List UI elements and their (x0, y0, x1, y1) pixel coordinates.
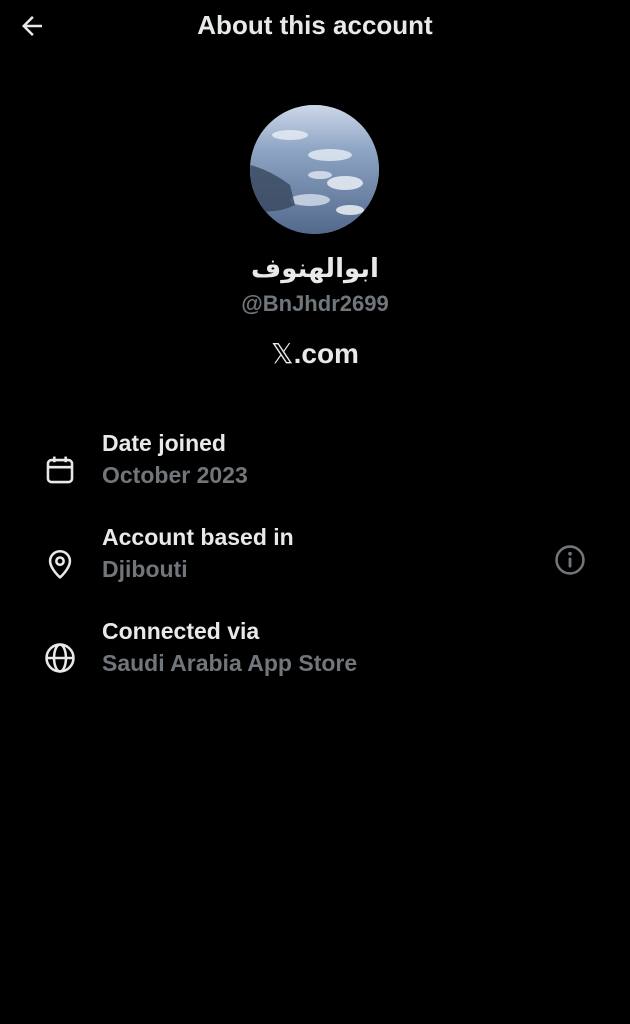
account-source: 𝕏.com (0, 336, 630, 372)
top-bar: About this account (0, 0, 630, 50)
globe-icon (40, 638, 80, 678)
detail-row-date-joined: Date joined October 2023 (0, 428, 630, 498)
calendar-icon (40, 450, 80, 490)
source-suffix: .com (293, 338, 359, 369)
account-handle: @BnJhdr2699 (241, 291, 389, 316)
page-title: About this account (197, 10, 433, 40)
detail-label: Date joined (102, 430, 226, 456)
info-button[interactable] (550, 540, 590, 580)
location-pin-icon (40, 544, 80, 584)
x-logo: 𝕏 (271, 337, 294, 370)
detail-row-connected-via: Connected via Saudi Arabia App Store (0, 616, 630, 686)
detail-row-account-based-in: Account based in Djibouti (0, 522, 630, 592)
detail-value: October 2023 (102, 462, 248, 488)
avatar[interactable] (250, 105, 379, 234)
info-icon (555, 545, 585, 575)
detail-value: Saudi Arabia App Store (102, 650, 358, 676)
avatar-image (250, 105, 379, 234)
detail-label: Account based in (102, 524, 294, 550)
detail-label: Connected via (102, 618, 260, 644)
display-name: ابوالهنوف (251, 254, 379, 284)
detail-value: Djibouti (102, 556, 188, 582)
